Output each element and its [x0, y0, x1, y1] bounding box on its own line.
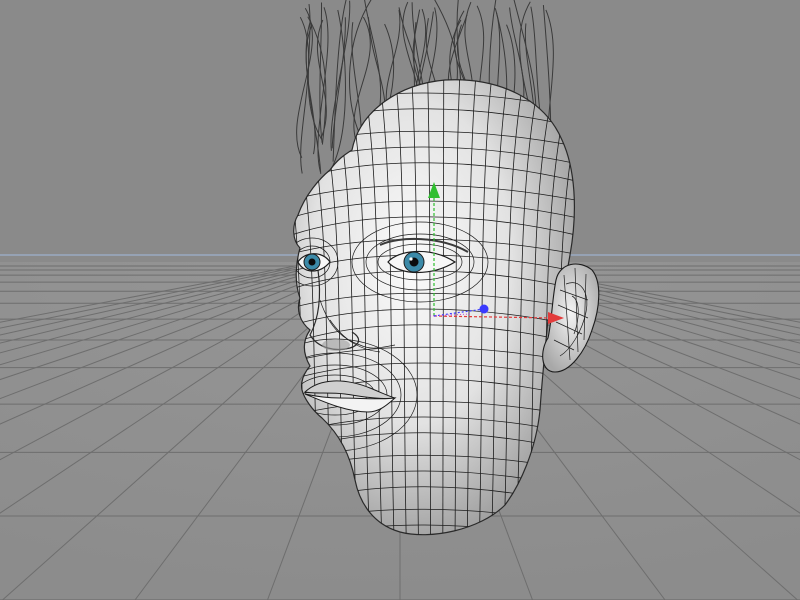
- z-axis-handle-icon[interactable]: [479, 304, 489, 314]
- viewport-canvas[interactable]: [0, 0, 800, 600]
- 3d-viewport[interactable]: [0, 0, 800, 600]
